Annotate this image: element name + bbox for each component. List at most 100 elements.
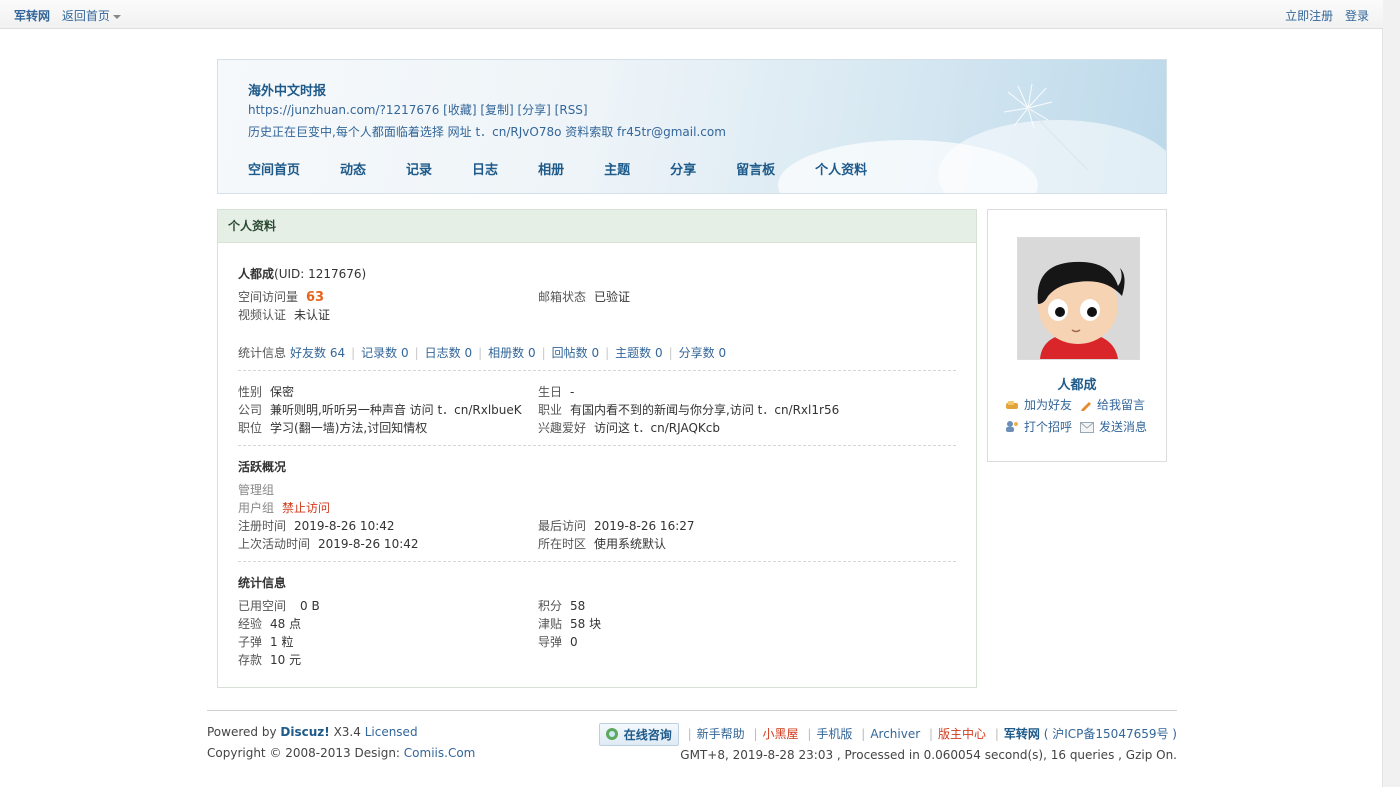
company-row: 公司 兼听则明,听听另一种声音 访问 t．cn/RxlbueK [238, 401, 522, 418]
job-value: 有国内看不到的新闻与你分享,访问 t．cn/Rxl1r56 [570, 403, 840, 417]
login-link[interactable]: 登录 [1345, 9, 1369, 23]
nav-guestbook[interactable]: 留言板 [736, 159, 775, 178]
divider [238, 370, 956, 371]
footer-link-moderator[interactable]: 版主中心 [938, 727, 986, 741]
stat-friends[interactable]: 好友数 64 [290, 346, 345, 360]
job-label: 职业 [538, 403, 563, 417]
profile-name-row: 人都成(UID: 1217676) [238, 265, 366, 282]
last-visit-value: 2019-8-26 16:27 [594, 519, 695, 533]
nav-feed[interactable]: 动态 [340, 159, 366, 178]
discuz-link[interactable]: Discuz! [280, 725, 329, 739]
footer-link-help[interactable]: 新手帮助 [697, 727, 745, 741]
user-group-label: 用户组 [238, 501, 275, 515]
stat-shares[interactable]: 分享数 0 [679, 346, 726, 360]
copyright-label: Copyright © 2008-2013 Design: [207, 746, 400, 760]
version-label: X3.4 [333, 725, 361, 739]
divider [238, 445, 956, 446]
email-row: 邮箱状态 已验证 [538, 288, 630, 305]
visits-row: 空间访问量 63 [238, 288, 324, 305]
footer-link-blacklist[interactable]: 小黑屋 [763, 727, 799, 741]
site-link[interactable]: 军转网 [14, 9, 50, 23]
profile-name: 人都成 [238, 267, 275, 281]
greet-icon [1006, 421, 1018, 432]
email-label: 邮箱状态 [538, 290, 587, 304]
birthday-value: - [570, 385, 575, 399]
icp-link[interactable]: ( 沪ICP备15047659号 ) [1044, 727, 1177, 741]
user-group-value[interactable]: 禁止访问 [282, 501, 330, 515]
company-value: 兼听则明,听听另一种声音 访问 t．cn/RxlbueK [270, 403, 522, 417]
points-label: 积分 [538, 599, 563, 613]
footer-divider [207, 710, 1177, 711]
envelope-icon [1080, 422, 1094, 433]
space-url-line[interactable]: https://junzhuan.com/?1217676 [收藏] [复制] … [248, 101, 588, 118]
divider: | [541, 346, 546, 360]
leave-message-label: 给我留言 [1097, 398, 1146, 412]
divider: | [687, 727, 692, 741]
footer-link-mobile[interactable]: 手机版 [816, 727, 852, 741]
online-consult-label: 在线咨询 [623, 728, 672, 742]
home-dropdown[interactable]: 返回首页 [62, 9, 121, 23]
gender-value: 保密 [270, 385, 295, 399]
nav-album[interactable]: 相册 [538, 159, 564, 178]
stat-records[interactable]: 记录数 0 [361, 346, 408, 360]
subsidy-label: 津贴 [538, 617, 563, 631]
nav-blog[interactable]: 日志 [472, 159, 498, 178]
missile-value: 0 [570, 635, 578, 649]
stats-row: 统计信息 好友数 64 | 记录数 0 | 日志数 0 | 相册数 0 | 回帖数 0 | 主题数 0… [238, 344, 726, 361]
last-visit-row: 最后访问 2019-8-26 16:27 [538, 517, 695, 534]
video-label: 视频认证 [238, 308, 287, 322]
chevron-down-icon [112, 14, 121, 19]
divider: | [351, 346, 356, 360]
space-nav: 空间首页 动态 记录 日志 相册 主题 分享 留言板 个人资料 [248, 159, 907, 178]
online-consult-button[interactable]: 在线咨询 [598, 723, 679, 746]
last-active-value: 2019-8-26 10:42 [318, 537, 419, 551]
footer-link-archiver[interactable]: Archiver [870, 727, 920, 741]
space-label: 已用空间 [238, 599, 287, 613]
missile-label: 导弹 [538, 635, 563, 649]
copyright: Copyright © 2008-2013 Design: Comiis.Com [207, 746, 475, 760]
stat-blogs[interactable]: 日志数 0 [425, 346, 472, 360]
avatar[interactable] [1017, 237, 1140, 360]
timezone-value: 使用系统默认 [594, 537, 667, 551]
stat-threads[interactable]: 主题数 0 [615, 346, 662, 360]
position-value: 学习(翻一墙)方法,讨回知情权 [270, 421, 428, 435]
nav-threads[interactable]: 主题 [604, 159, 630, 178]
deposit-row: 存款 10 元 [238, 651, 301, 668]
stat-replies[interactable]: 回帖数 0 [552, 346, 599, 360]
design-link[interactable]: Comiis.Com [404, 746, 476, 760]
scrollbar[interactable] [1382, 0, 1400, 787]
greet-button[interactable]: 打个招呼 [1005, 418, 1072, 435]
hobby-value: 访问这 t．cn/RJAQKcb [594, 421, 720, 435]
nav-records[interactable]: 记录 [406, 159, 432, 178]
position-label: 职位 [238, 421, 263, 435]
stat-albums[interactable]: 相册数 0 [488, 346, 535, 360]
divider: | [478, 346, 483, 360]
add-friend-button[interactable]: 加为好友 [1005, 396, 1072, 413]
video-status: 未认证 [294, 308, 331, 322]
hobby-row: 兴趣爱好 访问这 t．cn/RJAQKcb [538, 419, 720, 436]
deposit-label: 存款 [238, 653, 263, 667]
licensed-link[interactable]: Licensed [365, 725, 418, 739]
space-title: 海外中文时报 [248, 84, 327, 99]
profile-uid: (UID: 1217676) [274, 267, 367, 281]
leave-message-button[interactable]: 给我留言 [1080, 396, 1145, 413]
divider: | [928, 727, 934, 741]
company-label: 公司 [238, 403, 263, 417]
handshake-icon [1006, 401, 1018, 409]
nav-share[interactable]: 分享 [670, 159, 696, 178]
timezone-row: 所在时区 使用系统默认 [538, 535, 666, 552]
exp-value: 48 点 [270, 617, 302, 631]
nav-space-home[interactable]: 空间首页 [248, 159, 300, 178]
user-name[interactable]: 人都成 [988, 374, 1166, 393]
home-link-label: 返回首页 [61, 9, 110, 23]
nav-profile[interactable]: 个人资料 [815, 159, 867, 178]
exp-row: 经验 48 点 [238, 615, 301, 632]
exp-label: 经验 [238, 617, 263, 631]
send-message-label: 发送消息 [1099, 420, 1148, 434]
position-row: 职位 学习(翻一墙)方法,讨回知情权 [238, 419, 427, 436]
email-status: 已验证 [594, 290, 631, 304]
send-message-button[interactable]: 发送消息 [1080, 418, 1147, 435]
activity-title: 活跃概况 [238, 460, 287, 474]
register-link[interactable]: 立即注册 [1285, 9, 1333, 23]
footer-site-link[interactable]: 军转网 [1004, 727, 1040, 741]
